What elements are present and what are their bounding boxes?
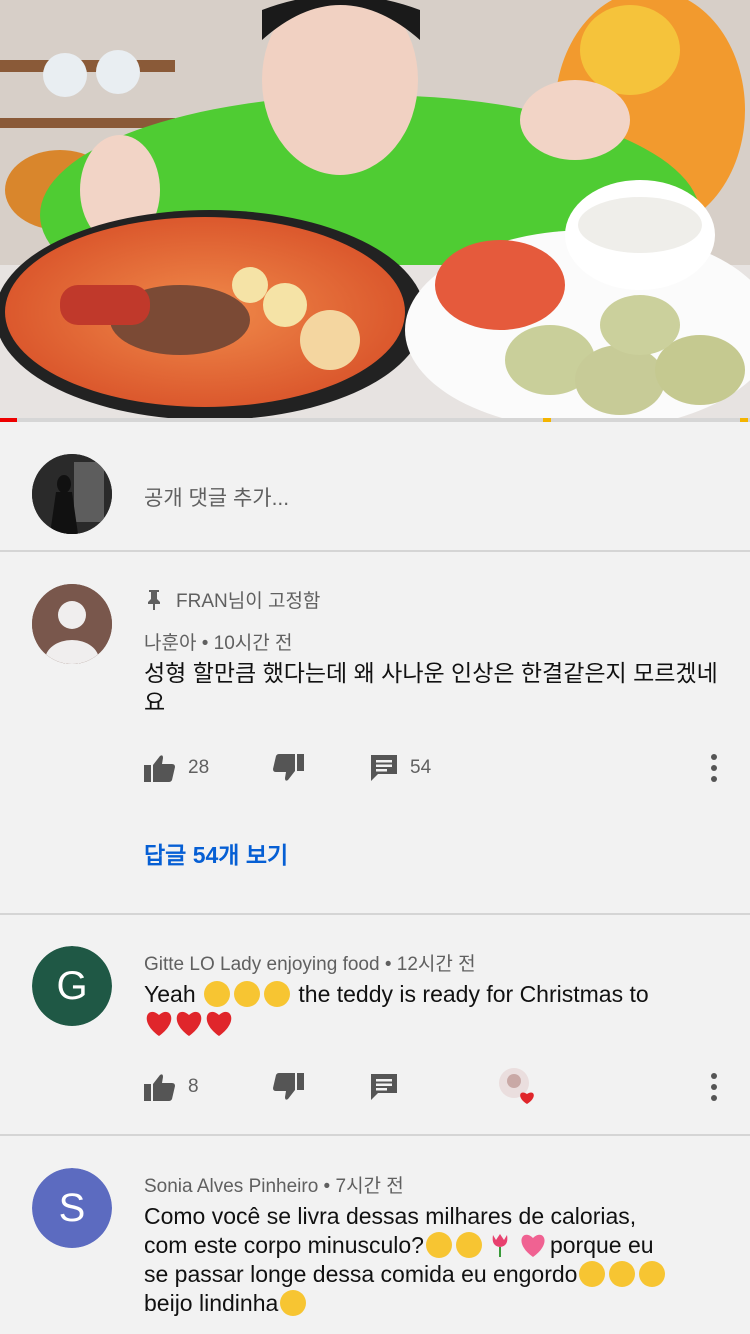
comment-line: Como você se livra dessas milhares de ca… xyxy=(144,1203,637,1229)
author-avatar[interactable] xyxy=(32,584,112,664)
comment-author[interactable]: 나훈아 xyxy=(144,633,196,654)
hugging-face-emoji-icon xyxy=(204,981,230,1007)
creator-heart-badge xyxy=(498,1067,538,1107)
thumbs-up-icon xyxy=(144,1074,175,1101)
comment-time: 12시간 전 xyxy=(396,954,476,975)
video-frame-image xyxy=(0,0,750,422)
growing-heart-emoji-icon xyxy=(521,1234,545,1257)
comment-meta: Sonia Alves Pinheiro • 7시간 전 xyxy=(144,1171,404,1198)
red-heart-emoji-icon xyxy=(206,1011,232,1036)
user-avatar xyxy=(32,454,112,534)
comment-text: 성형 할만큼 했다는데 왜 사나운 인상은 한결같은지 모르겠네요 xyxy=(144,660,718,715)
comment-line: porque eu xyxy=(549,1232,654,1258)
comment-thread: FRAN님이 고정함 나훈아 • 10시간 전 성형 할만큼 했다는데 왜 사나… xyxy=(0,551,750,915)
pin-icon xyxy=(148,589,160,610)
video-player[interactable] xyxy=(0,0,750,422)
reply-button[interactable]: 54 xyxy=(370,748,431,788)
comment-author[interactable]: Gitte LO Lady enjoying food xyxy=(144,954,380,975)
comment-line: com este corpo minusculo? xyxy=(144,1232,424,1258)
dislike-button[interactable] xyxy=(272,1067,304,1107)
more-options-icon[interactable] xyxy=(704,1067,724,1107)
creator-heart-icon xyxy=(499,1068,534,1104)
comment-reply-icon xyxy=(371,755,397,781)
rofl-emoji-icon xyxy=(425,1232,452,1258)
rofl-emoji-icon xyxy=(639,1261,666,1287)
comment-text: Yeah the teddy is ready for Christmas to xyxy=(144,980,734,1038)
comment-text-part: Yeah xyxy=(144,981,196,1007)
meta-separator: • xyxy=(379,954,397,975)
author-avatar[interactable]: S xyxy=(32,1168,112,1248)
comment-author[interactable]: Sonia Alves Pinheiro xyxy=(144,1176,318,1197)
comment-thread: G Gitte LO Lady enjoying food • 12시간 전 Y… xyxy=(0,914,750,1136)
comment-time: 7시간 전 xyxy=(335,1176,404,1197)
rofl-emoji-icon xyxy=(579,1261,606,1287)
comment-meta: Gitte LO Lady enjoying food • 12시간 전 xyxy=(144,949,476,976)
red-heart-emoji-icon xyxy=(176,1011,202,1036)
rofl-emoji-icon xyxy=(609,1261,636,1287)
view-replies-link[interactable]: 답글 54개 보기 xyxy=(144,836,288,870)
comment-line: se passar longe dessa comida eu engordo xyxy=(144,1261,578,1287)
add-comment-row[interactable]: 공개 댓글 추가... xyxy=(0,422,750,552)
like-count: 28 xyxy=(188,757,210,778)
like-count: 8 xyxy=(188,1076,199,1097)
comment-line: beijo lindinha xyxy=(144,1290,279,1316)
dislike-button[interactable] xyxy=(272,748,304,788)
thumbs-up-icon xyxy=(144,755,175,782)
tulip-emoji-icon xyxy=(492,1234,508,1257)
pinned-label: FRAN님이 고정함 xyxy=(144,586,320,613)
add-comment-input[interactable]: 공개 댓글 추가... xyxy=(144,482,289,512)
reply-count: 54 xyxy=(410,757,432,778)
star-struck-emoji-icon xyxy=(234,981,260,1007)
comment-actions: 8 xyxy=(144,1067,724,1107)
author-avatar[interactable]: G xyxy=(32,946,112,1026)
heart-eyes-emoji-icon xyxy=(264,981,290,1007)
comment-text: Como você se livra dessas milhares de ca… xyxy=(144,1202,734,1318)
pinned-text: FRAN님이 고정함 xyxy=(176,591,321,612)
like-button[interactable]: 28 xyxy=(144,748,209,788)
reply-button[interactable] xyxy=(370,1067,398,1107)
thumbs-down-icon xyxy=(273,1073,304,1100)
avatar-letter: S xyxy=(32,1168,112,1248)
meta-separator: • xyxy=(196,633,214,654)
comment-text-part: the teddy is ready for Christmas to xyxy=(298,981,649,1007)
avatar-letter: G xyxy=(32,946,112,1026)
meta-separator: • xyxy=(318,1176,336,1197)
thumbs-down-icon xyxy=(273,754,304,781)
comment-time: 10시간 전 xyxy=(213,633,293,654)
red-heart-emoji-icon xyxy=(146,1011,172,1036)
kissing-face-emoji-icon xyxy=(280,1290,307,1316)
comment-thread: S Sonia Alves Pinheiro • 7시간 전 Como você… xyxy=(0,1136,750,1334)
smiling-hearts-emoji-icon xyxy=(455,1232,482,1258)
comment-actions: 28 54 xyxy=(144,748,724,788)
comment-reply-icon xyxy=(371,1074,397,1100)
more-options-icon[interactable] xyxy=(704,748,724,788)
like-button[interactable]: 8 xyxy=(144,1067,199,1107)
comment-meta: 나훈아 • 10시간 전 xyxy=(144,628,293,655)
